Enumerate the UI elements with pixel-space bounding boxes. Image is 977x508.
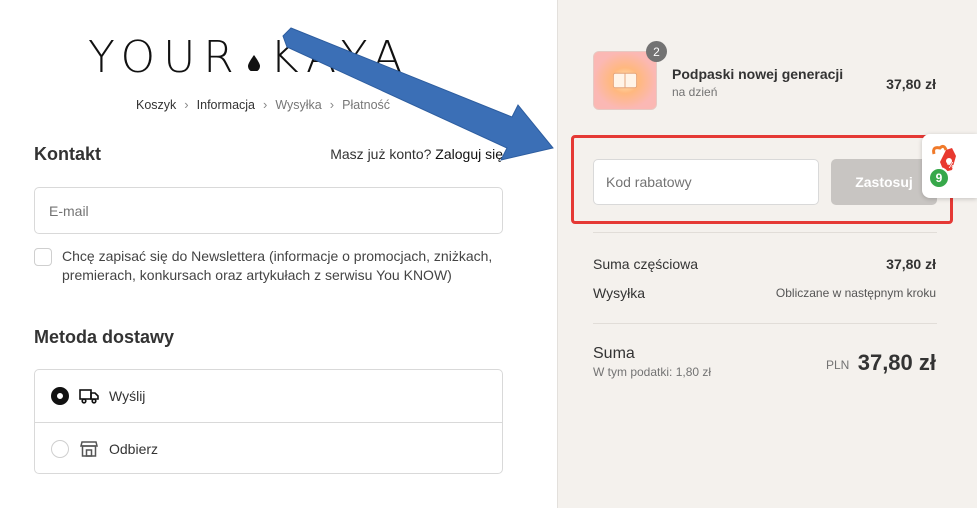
ship-radio[interactable] <box>51 387 69 405</box>
discount-code-input[interactable] <box>593 159 819 205</box>
chevron-right-icon: › <box>263 97 268 112</box>
truck-icon <box>79 386 99 406</box>
tax-info: W tym podatki: 1,80 zł <box>593 365 712 379</box>
shipping-label: Wysyłka <box>593 285 645 301</box>
contact-title: Kontakt <box>34 144 101 164</box>
breadcrumb-payment: Płatność <box>342 97 391 112</box>
newsletter-checkbox[interactable] <box>34 248 52 266</box>
breadcrumb-information: Informacja <box>196 97 255 112</box>
ship-option-label: Wyślij <box>109 388 146 404</box>
delivery-method-list: Wyślij Odbierz <box>34 369 503 474</box>
chevron-right-icon: › <box>184 97 189 112</box>
pickup-radio[interactable] <box>51 439 69 458</box>
rewards-widget[interactable]: % <box>922 134 977 198</box>
logo-word-right: KAYA <box>269 32 411 83</box>
logo-word-left: YOUR <box>88 32 242 83</box>
rewards-gift-icon: % <box>932 144 956 172</box>
store-icon <box>79 439 99 459</box>
rewards-count-badge: 9 <box>928 167 950 189</box>
shipping-value: Obliczane w następnym kroku <box>775 286 936 300</box>
divider <box>593 232 937 233</box>
product-image <box>593 51 657 110</box>
login-prompt-text: Masz już konto? <box>330 146 432 162</box>
email-field[interactable] <box>34 187 503 234</box>
delivery-option-ship[interactable]: Wyślij <box>35 370 502 422</box>
login-link[interactable]: Zaloguj się <box>435 146 503 162</box>
currency-code: PLN <box>826 358 850 372</box>
breadcrumb: Koszyk › Informacja › Wysyłka › Płatność <box>136 97 390 112</box>
delivery-option-pickup[interactable]: Odbierz <box>35 422 502 474</box>
divider <box>593 323 937 324</box>
breadcrumb-shipping: Wysyłka <box>275 97 322 112</box>
breadcrumb-cart[interactable]: Koszyk <box>136 98 176 112</box>
newsletter-option[interactable]: Chcę zapisać się do Newslettera (informa… <box>34 247 503 285</box>
delivery-title: Metoda dostawy <box>34 327 175 347</box>
brand-logo[interactable]: YOUR KAYA <box>88 36 450 80</box>
total-label: Suma <box>593 345 635 362</box>
subtotal-label: Suma częściowa <box>593 256 699 272</box>
product-price: 37,80 zł <box>886 76 936 92</box>
quantity-badge: 2 <box>646 41 667 62</box>
drop-icon <box>247 55 260 71</box>
chevron-right-icon: › <box>329 97 335 112</box>
total-value: 37,80 zł <box>857 350 936 375</box>
newsletter-label: Chcę zapisać się do Newslettera (informa… <box>62 248 493 283</box>
subtotal-value: 37,80 zł <box>886 256 936 272</box>
product-variant: na dzień <box>672 85 718 99</box>
svg-text:%: % <box>947 161 955 170</box>
product-name: Podpaski nowej generacji <box>672 66 844 82</box>
login-prompt: Masz już konto? Zaloguj się <box>330 146 503 162</box>
pad-package-icon <box>594 52 656 109</box>
checkout-main: YOUR KAYA Koszyk › Informacja › Wysyłka … <box>0 0 557 508</box>
pickup-option-label: Odbierz <box>109 440 159 457</box>
